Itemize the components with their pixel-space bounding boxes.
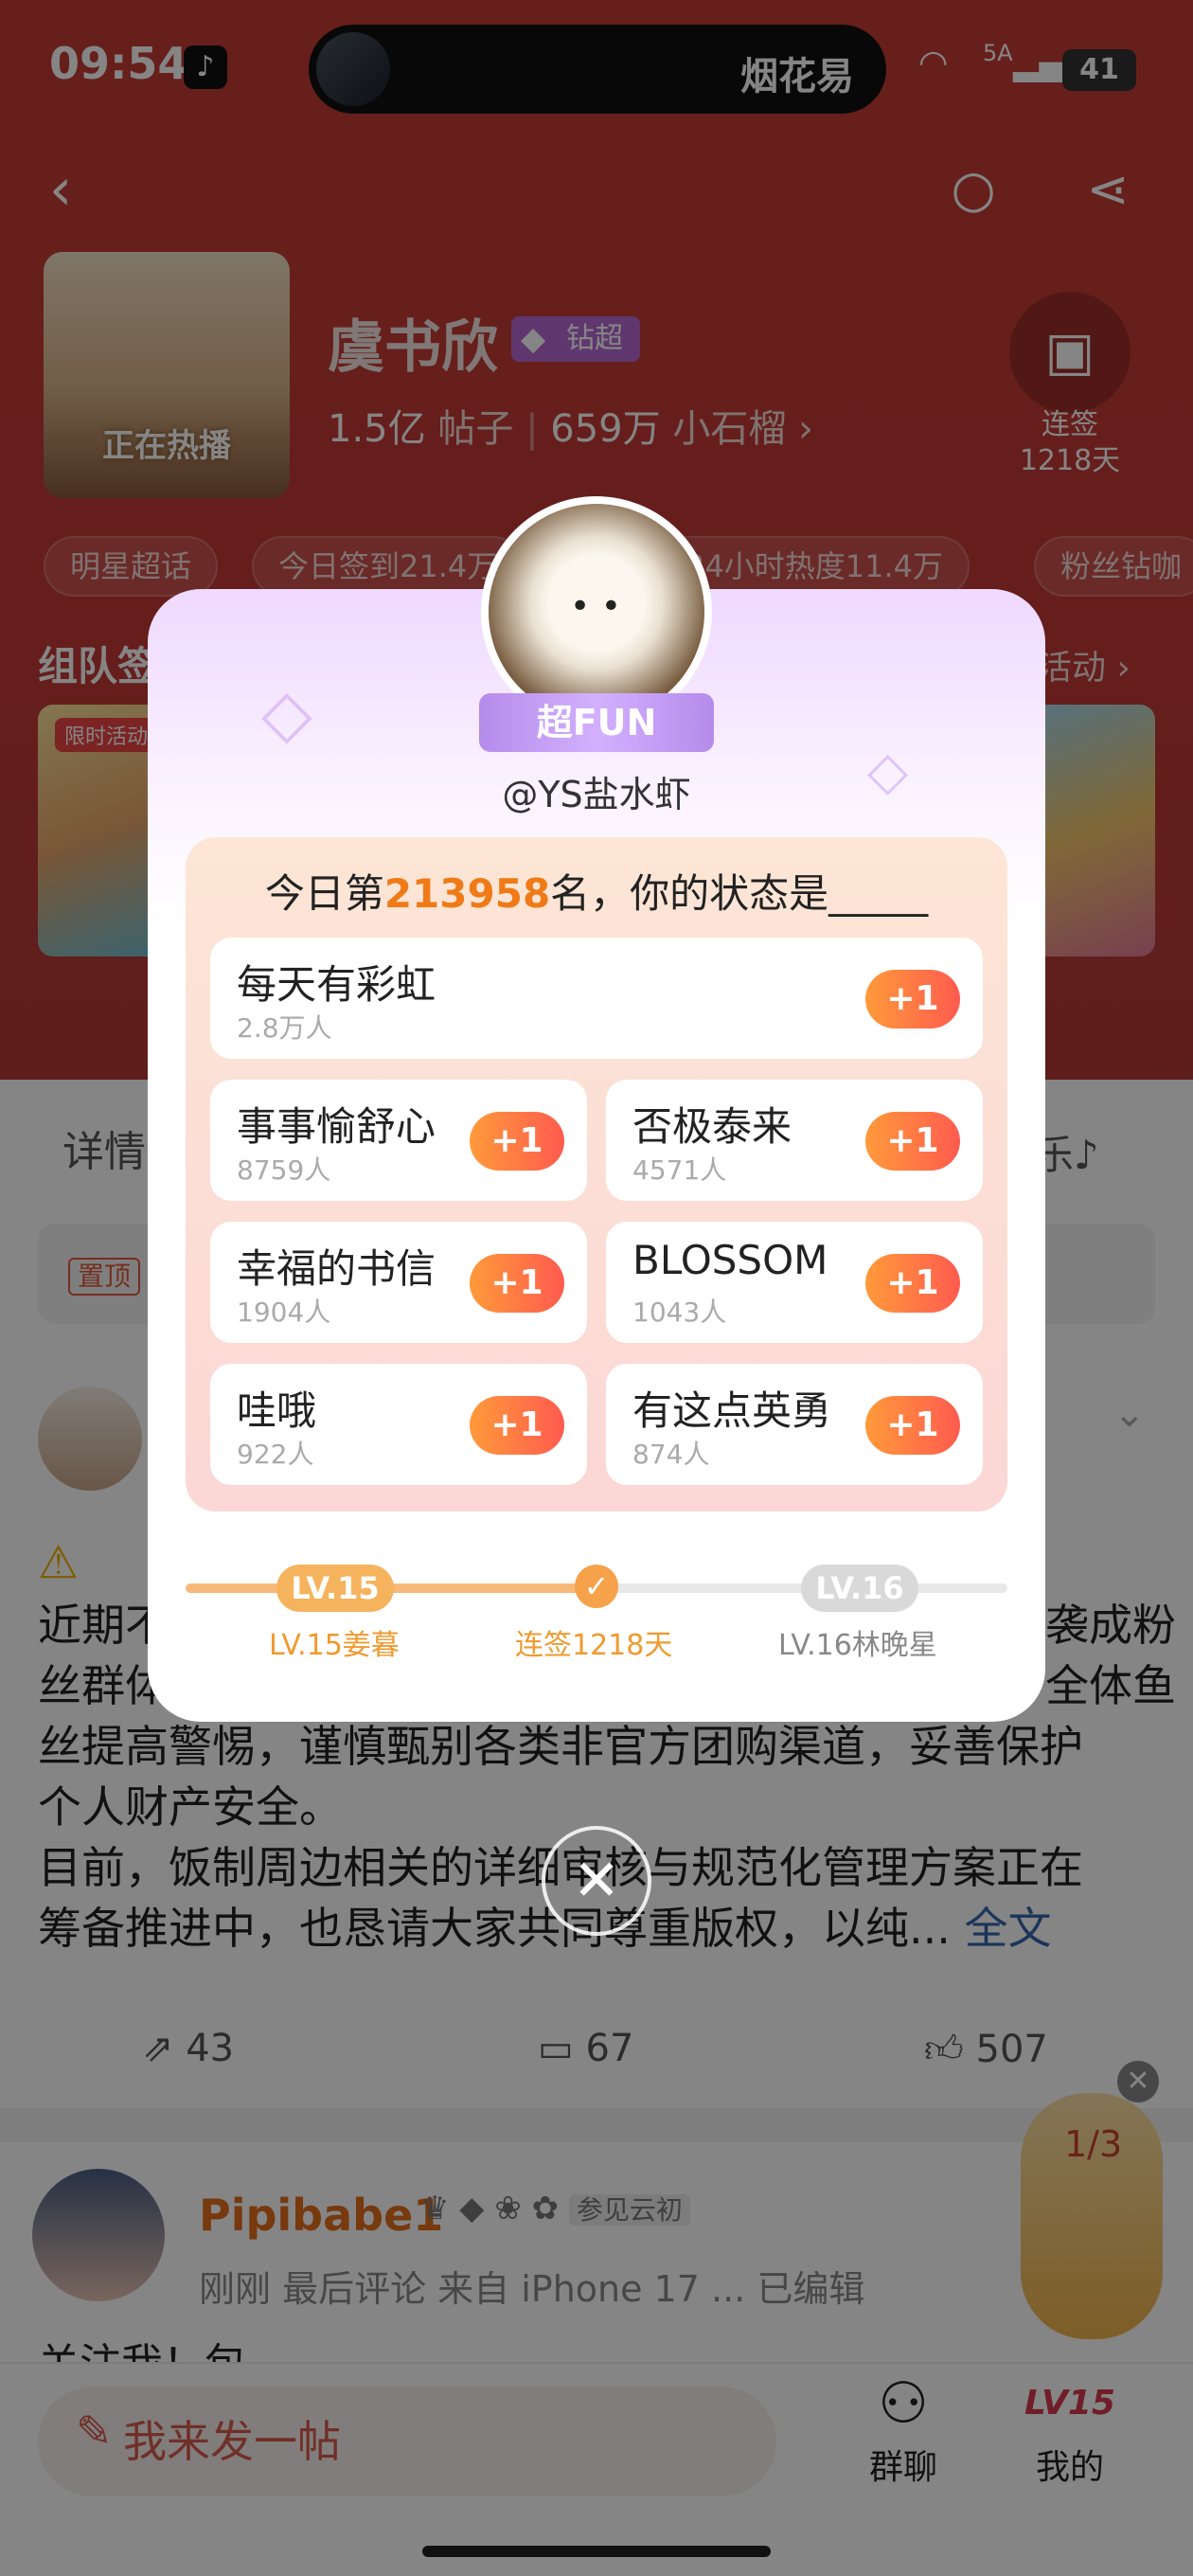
next-level-pill: LV.16: [801, 1565, 918, 1612]
status-option[interactable]: 有这点英勇 874人 +1: [606, 1364, 983, 1485]
user-handle: @YS盐水虾: [502, 774, 691, 815]
streak-label: 连签1218天: [515, 1629, 673, 1662]
current-level-pill: LV.15: [276, 1565, 394, 1612]
diamond-decoration-icon: ◇: [261, 674, 312, 752]
plus-one-button[interactable]: +1: [865, 1254, 960, 1313]
pet-face: • •: [570, 587, 621, 626]
plus-one-button[interactable]: +1: [865, 970, 960, 1029]
plus-one-button[interactable]: +1: [865, 1112, 960, 1171]
status-option[interactable]: 每天有彩虹 2.8万人 +1: [210, 938, 983, 1059]
level-ribbon: 超FUN: [479, 693, 714, 752]
rank-number: 213958: [383, 870, 551, 917]
status-option[interactable]: 否极泰来 4571人 +1: [606, 1080, 983, 1201]
status-option[interactable]: BLOSSOM 1043人 +1: [606, 1222, 983, 1343]
rank-title: 今日第213958名，你的状态是_____: [264, 870, 929, 917]
status-panel: 今日第213958名，你的状态是_____ 每天有彩虹 2.8万人 +1 事事愉…: [186, 837, 1007, 1512]
plus-one-button[interactable]: +1: [470, 1112, 564, 1171]
next-level-label: LV.16林晚星: [778, 1629, 937, 1662]
status-option[interactable]: 事事愉舒心 8759人 +1: [210, 1080, 587, 1201]
plus-one-button[interactable]: +1: [470, 1396, 564, 1455]
check-icon: ✓: [575, 1565, 618, 1608]
current-level-label: LV.15姜暮: [269, 1629, 400, 1662]
plus-one-button[interactable]: +1: [470, 1254, 564, 1313]
plus-one-button[interactable]: +1: [865, 1396, 960, 1455]
status-option[interactable]: 幸福的书信 1904人 +1: [210, 1222, 587, 1343]
modal-close-button[interactable]: ✕: [542, 1826, 651, 1936]
status-option[interactable]: 哇哦 922人 +1: [210, 1364, 587, 1485]
close-icon: ✕: [572, 1848, 621, 1914]
